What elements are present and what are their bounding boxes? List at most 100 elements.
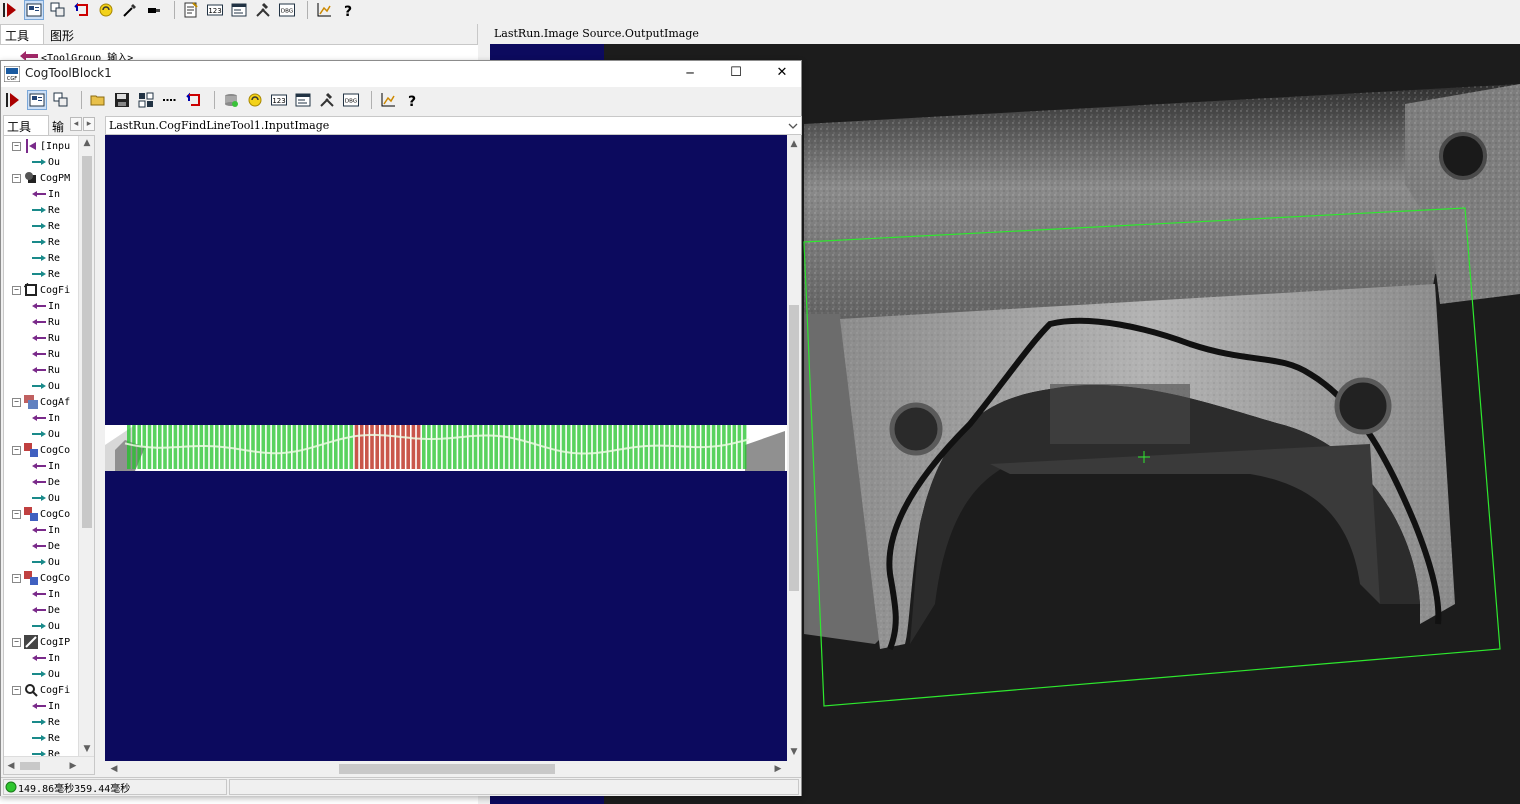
tree-terminal-node[interactable]: Re: [32, 730, 78, 746]
refresh-button[interactable]: [96, 0, 116, 20]
notes-button[interactable]: [181, 0, 201, 20]
show-image-button[interactable]: [24, 0, 44, 20]
tool-tree[interactable]: − [Inpu Ou − CogPM In Re Re Re Re Re − CogFi In Ru Ru Ru…: [3, 135, 95, 775]
tree-tab-tools[interactable]: 工具: [3, 115, 49, 135]
dots-button[interactable]: [160, 90, 180, 110]
dialog-show-image-button[interactable]: [27, 90, 47, 110]
save-button[interactable]: [112, 90, 132, 110]
tree-terminal-node[interactable]: De: [32, 538, 78, 554]
tab-graphics[interactable]: 图形: [46, 26, 90, 44]
tree-terminal-node[interactable]: In: [32, 410, 78, 426]
tree-terminal-node[interactable]: Ou: [32, 666, 78, 682]
tree-tool-node[interactable]: − CogFi: [12, 282, 78, 298]
dialog-copy-button[interactable]: [51, 90, 71, 110]
close-button[interactable]: ✕: [765, 63, 799, 83]
tree-tool-node[interactable]: − CogCo: [12, 570, 78, 586]
dialog-refresh-button[interactable]: [245, 90, 265, 110]
view-selector[interactable]: LastRun.CogFindLineTool1.InputImage: [105, 116, 802, 135]
minimize-button[interactable]: ─: [673, 63, 707, 83]
display-hscroll-thumb[interactable]: [339, 764, 555, 774]
tree-scroll-down[interactable]: ▼: [79, 742, 94, 756]
collapse-toggle[interactable]: −: [12, 141, 21, 151]
collapse-toggle[interactable]: −: [12, 573, 21, 583]
chart-button[interactable]: [314, 0, 334, 20]
tree-terminal-node[interactable]: In: [32, 186, 78, 202]
tree-terminal-node[interactable]: In: [32, 698, 78, 714]
tree-terminal-node[interactable]: Re: [32, 250, 78, 266]
tree-tool-node[interactable]: − CogFi: [12, 682, 78, 698]
collapse-toggle[interactable]: −: [12, 285, 21, 295]
tools-button[interactable]: [253, 0, 273, 20]
dialog-dialog-button[interactable]: [293, 90, 313, 110]
collapse-toggle[interactable]: −: [12, 685, 21, 695]
tree-terminal-node[interactable]: Re: [32, 234, 78, 250]
tree-terminal-node[interactable]: Re: [32, 202, 78, 218]
collapse-toggle[interactable]: −: [12, 445, 21, 455]
tree-terminal-node[interactable]: Ou: [32, 554, 78, 570]
display-scroll-up[interactable]: ▲: [787, 137, 801, 151]
tree-terminal-node[interactable]: Ou: [32, 154, 78, 170]
run-button[interactable]: [0, 0, 20, 20]
dialog-button[interactable]: [229, 0, 249, 20]
dbg-button[interactable]: DBG: [277, 0, 297, 20]
tree-tool-node[interactable]: − CogPM: [12, 170, 78, 186]
dialog-chart-button[interactable]: [378, 90, 398, 110]
help-button[interactable]: ?: [338, 0, 358, 20]
tree-terminal-node[interactable]: De: [32, 602, 78, 618]
display-scroll-down[interactable]: ▼: [787, 745, 801, 759]
tree-terminal-node[interactable]: Ou: [32, 618, 78, 634]
display-area[interactable]: [105, 135, 787, 761]
layout-button[interactable]: [136, 90, 156, 110]
tree-tool-node[interactable]: − CogIP: [12, 634, 78, 650]
tree-hscroll-thumb[interactable]: [20, 762, 40, 770]
tree-tool-node[interactable]: − CogCo: [12, 506, 78, 522]
tree-terminal-node[interactable]: Re: [32, 266, 78, 282]
tree-terminal-node[interactable]: In: [32, 586, 78, 602]
maximize-button[interactable]: ☐: [719, 63, 753, 83]
tree-scroll-up[interactable]: ▲: [79, 136, 94, 150]
tree-terminal-node[interactable]: Re: [32, 714, 78, 730]
tree-hscrollbar[interactable]: ◀ ▶: [4, 756, 94, 774]
display-vscrollbar[interactable]: ▲ ▼: [787, 135, 801, 761]
display-scroll-right[interactable]: ▶: [771, 762, 785, 776]
collapse-toggle[interactable]: −: [12, 397, 21, 407]
tree-terminal-node[interactable]: In: [32, 298, 78, 314]
tree-tab-scroll-left[interactable]: ◂: [70, 117, 82, 131]
tree-tool-node[interactable]: − [Inpu: [12, 138, 78, 154]
reset-button[interactable]: [72, 0, 92, 20]
dialog-help-button[interactable]: ?: [402, 90, 422, 110]
collapse-toggle[interactable]: −: [12, 509, 21, 519]
terminal-button[interactable]: [144, 0, 164, 20]
display-vscroll-thumb[interactable]: [789, 305, 799, 591]
collapse-toggle[interactable]: −: [12, 173, 21, 183]
tree-scroll-left[interactable]: ◀: [4, 759, 18, 773]
tree-tool-node[interactable]: − CogCo: [12, 442, 78, 458]
open-button[interactable]: [88, 90, 108, 110]
tree-terminal-node[interactable]: Ou: [32, 426, 78, 442]
tree-terminal-node[interactable]: In: [32, 650, 78, 666]
display-scroll-left[interactable]: ◀: [107, 762, 121, 776]
tree-terminal-node[interactable]: De: [32, 474, 78, 490]
database-button[interactable]: [221, 90, 241, 110]
tree-terminal-node[interactable]: Ru: [32, 314, 78, 330]
tree-terminal-node[interactable]: In: [32, 458, 78, 474]
dialog-numbers-button[interactable]: 123: [269, 90, 289, 110]
tree-terminal-node[interactable]: Ou: [32, 490, 78, 506]
tree-scroll-right[interactable]: ▶: [66, 759, 80, 773]
tree-tool-node[interactable]: − CogAf: [12, 394, 78, 410]
dialog-reset-button[interactable]: [184, 90, 204, 110]
tree-scroll-thumb[interactable]: [82, 156, 92, 528]
numbers-button[interactable]: 123: [205, 0, 225, 20]
dialog-titlebar[interactable]: CGF CogToolBlock1 ─ ☐ ✕: [1, 61, 801, 87]
copy-button[interactable]: [48, 0, 68, 20]
tree-terminal-node[interactable]: Ru: [32, 362, 78, 378]
dialog-dbg-button[interactable]: DBG: [341, 90, 361, 110]
dialog-tools-button[interactable]: [317, 90, 337, 110]
tree-tab-scroll-right[interactable]: ▸: [83, 117, 95, 131]
collapse-toggle[interactable]: −: [12, 637, 21, 647]
tree-vscrollbar[interactable]: ▲ ▼: [78, 136, 94, 756]
tree-terminal-node[interactable]: Ou: [32, 378, 78, 394]
tree-terminal-node[interactable]: Ru: [32, 346, 78, 362]
dialog-run-button[interactable]: [3, 90, 23, 110]
tab-tools[interactable]: 工具: [0, 24, 44, 44]
